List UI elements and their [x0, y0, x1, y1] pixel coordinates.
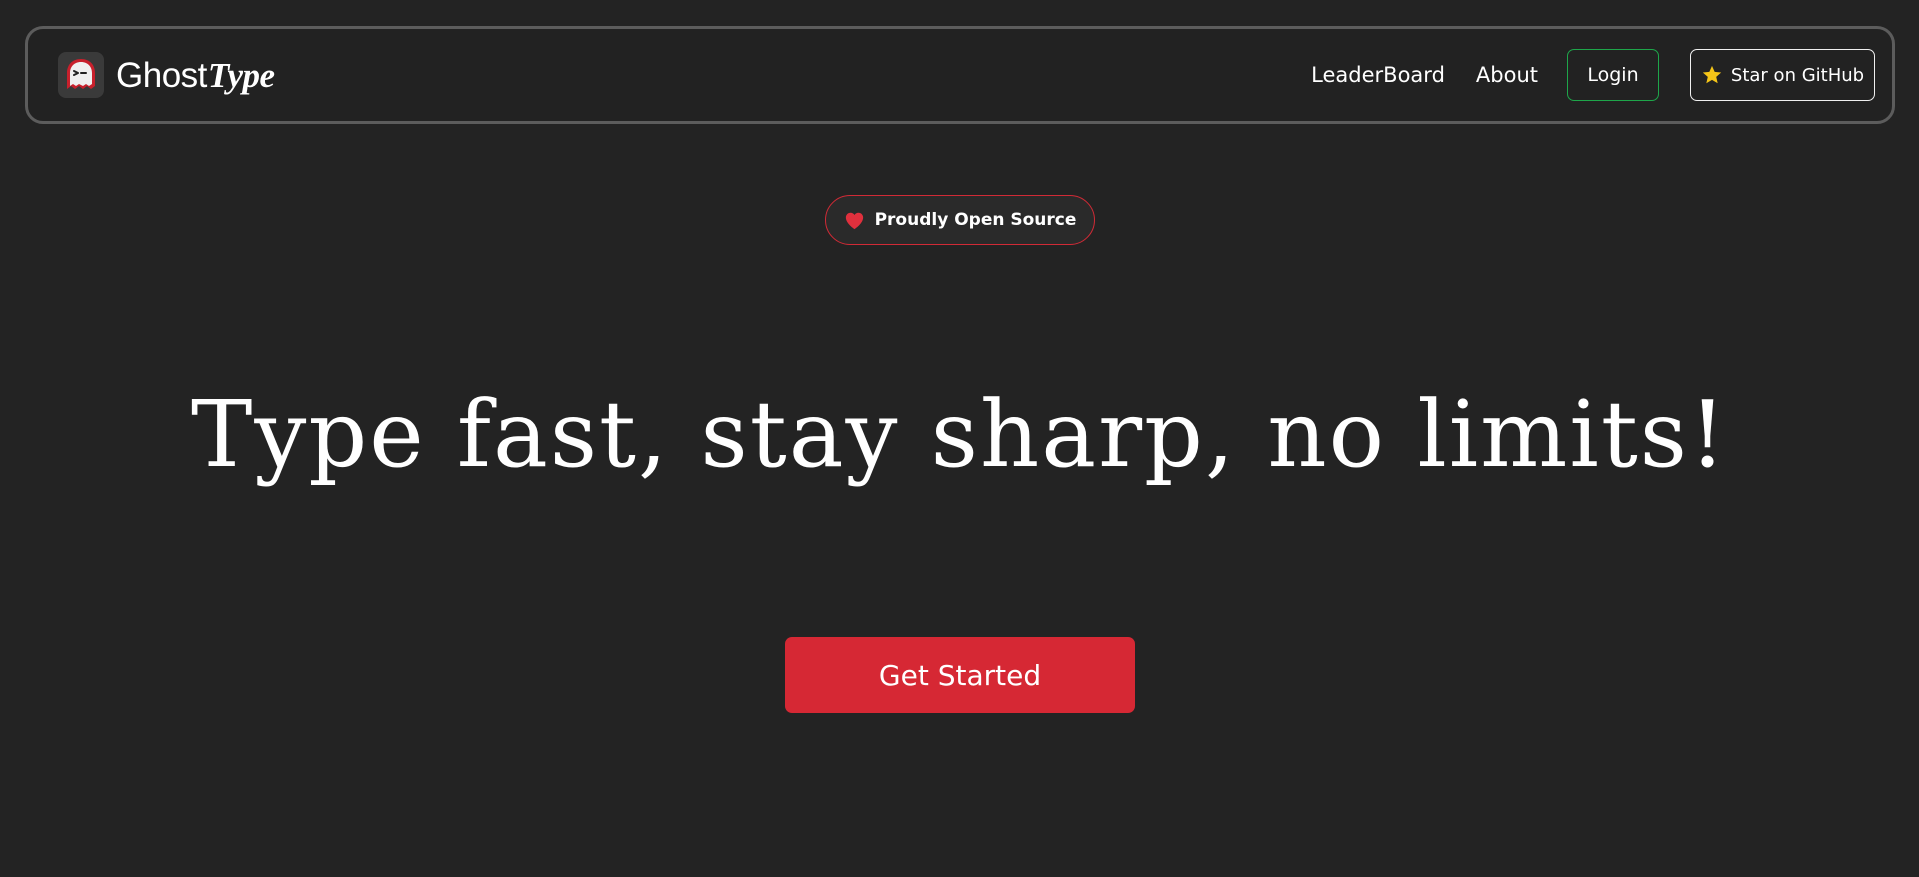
login-button[interactable]: Login — [1567, 49, 1659, 101]
open-source-badge: Proudly Open Source — [825, 195, 1095, 245]
top-navbar: Ghost Type LeaderBoard About Login Star o… — [25, 26, 1895, 124]
open-source-badge-label: Proudly Open Source — [874, 210, 1077, 230]
brand-name-type: Type — [207, 55, 275, 95]
leaderboard-link[interactable]: LeaderBoard — [1311, 63, 1445, 87]
star-on-github-label: Star on GitHub — [1730, 64, 1865, 86]
nav-links: LeaderBoard About Login Star on GitHub — [1311, 49, 1875, 101]
brand[interactable]: Ghost Type — [58, 52, 275, 98]
brand-name-ghost: Ghost — [116, 55, 207, 95]
hero-headline: Type fast, stay sharp, no limits! — [191, 381, 1728, 488]
get-started-button[interactable]: Get Started — [785, 637, 1135, 713]
star-on-github-button[interactable]: Star on GitHub — [1690, 49, 1875, 101]
ghost-icon — [58, 52, 104, 98]
heart-icon — [844, 211, 865, 230]
brand-name: Ghost Type — [116, 58, 275, 93]
star-icon — [1701, 64, 1723, 86]
about-link[interactable]: About — [1476, 63, 1538, 87]
